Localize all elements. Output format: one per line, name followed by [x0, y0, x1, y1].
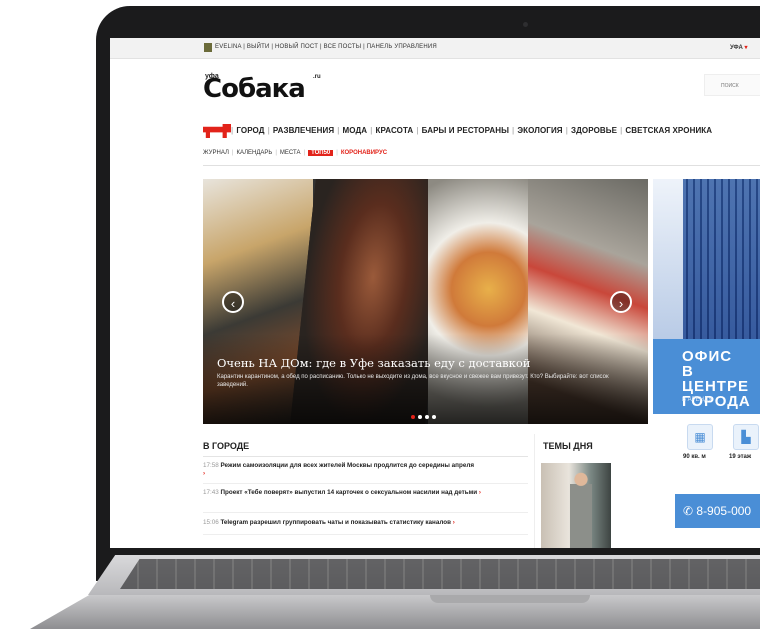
- slider-dot[interactable]: [425, 415, 429, 419]
- logo-tld: .ru: [313, 74, 321, 80]
- slider-dot[interactable]: [411, 415, 415, 419]
- nav-item-entertainment[interactable]: РАЗВЛЕЧЕНИЯ: [273, 126, 334, 135]
- browser-screen: EVELINA | ВЫЙТИ | НОВЫЙ ПОСТ | ВСЕ ПОСТЫ…: [110, 38, 760, 548]
- section-divider: [203, 456, 528, 457]
- laptop-base: [0, 555, 760, 635]
- news-text: Telegram разрешил группировать чаты и по…: [220, 519, 451, 526]
- site-logo[interactable]: уфа Собака .ru: [203, 73, 321, 102]
- chevron-right-icon: ›: [452, 519, 455, 526]
- main-nav: | ГОРОД | РАЗВЛЕЧЕНИЯ | МОДА | КРАСОТА | БАРЫ И Р…: [231, 126, 713, 135]
- camera-dot: [523, 22, 528, 27]
- user-avatar[interactable]: [204, 43, 212, 52]
- admin-bar: EVELINA | ВЫЙТИ | НОВЫЙ ПОСТ | ВСЕ ПОСТЫ…: [110, 38, 760, 59]
- ad-line-2: В ЦЕНТРЕ: [682, 363, 749, 395]
- nav-item-fashion[interactable]: МОДА: [343, 126, 368, 135]
- subnav-calendar[interactable]: КАЛЕНДАРЬ: [236, 150, 272, 156]
- day-section-title[interactable]: ТЕМЫ ДНЯ: [543, 441, 593, 451]
- slide-description: Карантин карантином, а обед по расписани…: [217, 374, 609, 388]
- region-label: УФА: [730, 45, 743, 51]
- news-text: Режим самоизоляции для всех жителей Моск…: [220, 462, 475, 469]
- office-ad-banner[interactable]: ОФИС В ЦЕНТРЕ ГОРОДА В АРЕНДУ ▦ ▙ 90 кв.…: [653, 179, 760, 548]
- admin-links[interactable]: EVELINA | ВЫЙТИ | НОВЫЙ ПОСТ | ВСЕ ПОСТЫ…: [215, 44, 437, 50]
- ad-area: 90 кв. м: [683, 454, 706, 460]
- news-time: 17:58: [203, 462, 219, 469]
- region-selector[interactable]: УФА ▾: [730, 44, 748, 51]
- building-icon: ▙: [733, 424, 759, 450]
- nav-item-society[interactable]: СВЕТСКАЯ ХРОНИКА: [625, 126, 712, 135]
- news-item[interactable]: 17:43 Проект «Тебе поверят» выпустил 14 …: [203, 489, 528, 497]
- news-item[interactable]: 15:06 Telegram разрешил группировать чат…: [203, 519, 528, 527]
- slide-title[interactable]: Очень НА ДОм: где в Уфе заказать еду с д…: [217, 356, 530, 370]
- nav-divider: [203, 165, 760, 166]
- slider-dot[interactable]: [418, 415, 422, 419]
- base-front: [30, 595, 760, 629]
- slider-dots: [411, 406, 439, 424]
- dog-logo-icon[interactable]: [203, 124, 231, 138]
- news-separator: [203, 534, 528, 535]
- plan-icon: ▦: [687, 424, 713, 450]
- news-separator: [203, 483, 528, 484]
- ad-floor: 19 этаж: [729, 454, 752, 460]
- sky-photo: [653, 179, 683, 339]
- subnav-coronavirus[interactable]: КОРОНАВИРУС: [341, 150, 387, 156]
- ad-cards: ▦ ▙ 90 кв. м 19 этаж ✆ 8-905-000: [653, 414, 760, 548]
- logo-city: уфа: [205, 73, 219, 80]
- ad-phone-button[interactable]: ✆ 8-905-000: [675, 494, 760, 528]
- slider-dot[interactable]: [432, 415, 436, 419]
- chevron-left-icon[interactable]: ‹: [222, 291, 244, 313]
- featured-slider[interactable]: Очень НА ДОм: где в Уфе заказать еду с д…: [203, 179, 648, 424]
- nav-item-ecology[interactable]: ЭКОЛОГИЯ: [517, 126, 562, 135]
- news-text: Проект «Тебе поверят» выпустил 14 карточ…: [220, 489, 478, 496]
- subnav-top50[interactable]: ТОП50: [308, 150, 334, 156]
- sub-nav: ЖУРНАЛ | КАЛЕНДАРЬ | МЕСТА | ТОП50 | КОРОНАВИРУС: [203, 150, 388, 156]
- chevron-right-icon: ›: [203, 470, 206, 477]
- nav-item-bars[interactable]: БАРЫ И РЕСТОРАНЫ: [422, 126, 509, 135]
- news-item[interactable]: 17:58 Режим самоизоляции для всех жителе…: [203, 462, 528, 478]
- ad-subtitle: В АРЕНДУ: [682, 397, 712, 403]
- nav-item-beauty[interactable]: КРАСОТА: [376, 126, 414, 135]
- nav-item-city[interactable]: ГОРОД: [236, 126, 264, 135]
- chevron-right-icon: ›: [478, 489, 481, 496]
- city-section-title[interactable]: В ГОРОДЕ: [203, 441, 249, 451]
- keyboard: [120, 559, 760, 589]
- column-divider: [534, 434, 535, 548]
- news-separator: [203, 512, 528, 513]
- woman-in-mask-photo: [570, 470, 592, 548]
- nav-item-health[interactable]: ЗДОРОВЬЕ: [571, 126, 617, 135]
- subnav-journal[interactable]: ЖУРНАЛ: [203, 150, 229, 156]
- news-time: 15:06: [203, 519, 219, 526]
- news-time: 17:43: [203, 489, 219, 496]
- subnav-places[interactable]: МЕСТА: [280, 150, 301, 156]
- ad-line-1: ОФИС: [682, 348, 733, 365]
- search-input[interactable]: ПОИСК: [704, 74, 760, 96]
- opening-notch: [430, 595, 590, 603]
- chevron-right-icon[interactable]: ›: [610, 291, 632, 313]
- chevron-down-icon: ▾: [744, 45, 748, 51]
